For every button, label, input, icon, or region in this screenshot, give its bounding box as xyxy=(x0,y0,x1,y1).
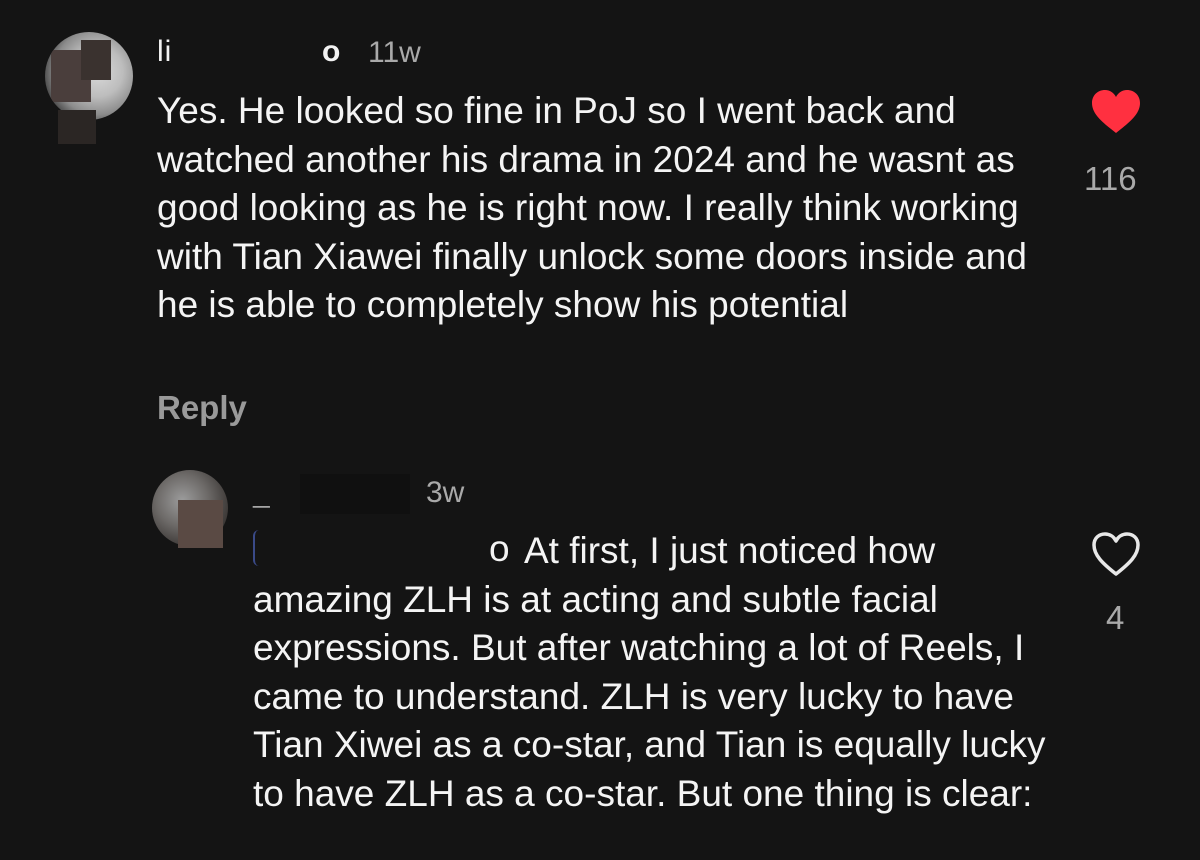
like-button[interactable] xyxy=(1090,530,1142,578)
reply-button[interactable]: Reply xyxy=(157,389,247,427)
comment-text: Yes. He looked so fine in PoJ so I went … xyxy=(157,90,1027,325)
avatar-redaction xyxy=(178,500,223,548)
like-count: 4 xyxy=(1106,599,1125,636)
like-button[interactable] xyxy=(1090,88,1142,136)
timestamp: 3w xyxy=(426,476,465,509)
like-count: 116 xyxy=(1084,160,1137,197)
avatar-redaction xyxy=(81,40,111,80)
comment-text: At first, I just noticed how amazing ZLH… xyxy=(253,530,1046,814)
heart-outline-icon xyxy=(1092,532,1140,576)
username[interactable]: li xyxy=(157,35,172,69)
avatar[interactable] xyxy=(45,32,133,120)
username[interactable]: _ xyxy=(253,478,270,512)
username-redaction xyxy=(200,34,322,70)
username-tail[interactable]: o xyxy=(322,35,340,69)
avatar-redaction xyxy=(58,110,96,144)
heart-filled-icon xyxy=(1092,90,1140,133)
timestamp: 11w xyxy=(368,36,421,69)
username-redaction xyxy=(300,474,410,514)
